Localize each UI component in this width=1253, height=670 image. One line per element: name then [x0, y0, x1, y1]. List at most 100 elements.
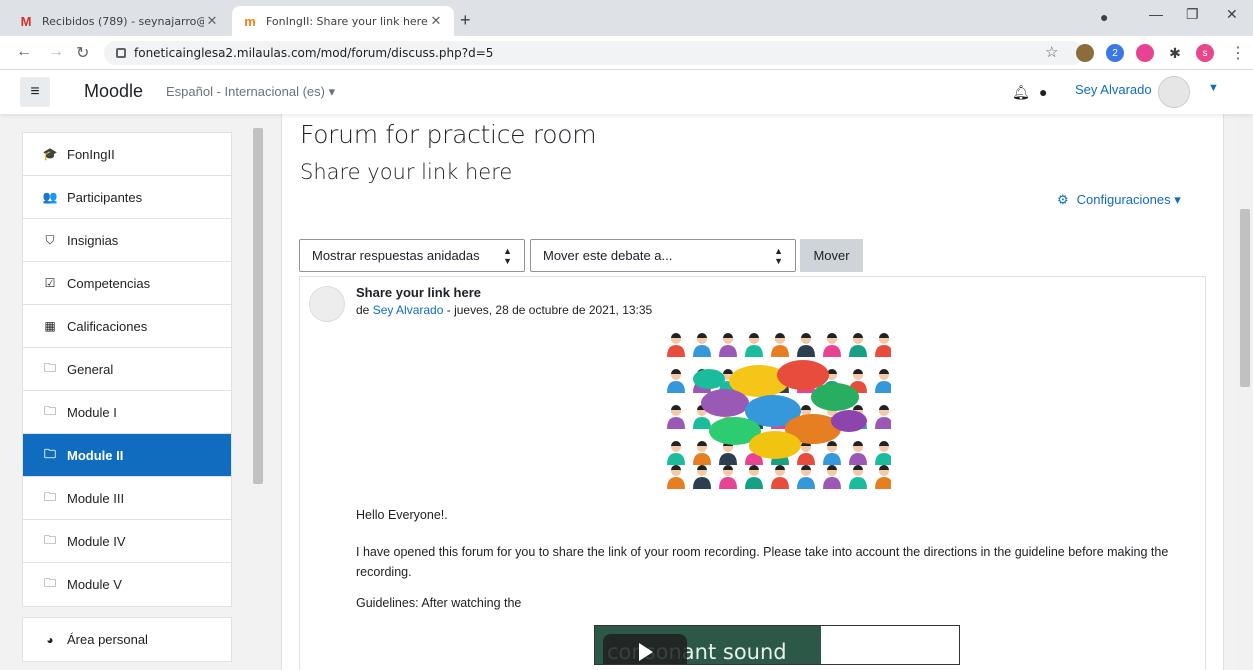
gear-icon: ⚙	[1057, 192, 1069, 207]
extension-color-icon[interactable]	[1136, 44, 1154, 62]
table-icon: ▦	[44, 319, 56, 333]
post-author-avatar[interactable]	[309, 286, 345, 322]
close-tab-icon[interactable]: ✕	[204, 13, 220, 29]
url-field[interactable]: foneticainglesa2.milaulas.com/mod/forum/…	[104, 41, 1084, 65]
sidebar-item-calificaciones[interactable]: ▦ Calificaciones	[23, 305, 231, 348]
folder-icon: 🗀	[43, 360, 56, 375]
sidebar-item-label: Insignias	[67, 232, 119, 248]
language-menu[interactable]: Español - Internacional (es) ▾	[166, 84, 335, 100]
move-discussion-select[interactable]: Mover este debate a... ▲ ▼	[530, 239, 796, 272]
forward-icon[interactable]: →	[48, 43, 64, 61]
speech-bubbles-people-image	[667, 333, 891, 489]
folder-icon: 🗀	[43, 446, 56, 461]
sidebar-item-general[interactable]: 🗀 General	[23, 348, 231, 391]
personal-nav-block: ◕ Área personal	[22, 617, 232, 662]
user-name[interactable]: Sey Alvarado	[1075, 82, 1152, 97]
move-discussion-value: Mover este debate a...	[543, 248, 673, 263]
close-tab-icon[interactable]: ✕	[428, 13, 444, 29]
sidebar-item-module-iv[interactable]: 🗀 Module IV	[23, 520, 231, 563]
course-nav-block: 🎓 FonIngII 👥 Participantes ⛉ Insignias ☑ Compet…	[22, 132, 232, 607]
post-author-link[interactable]: Sey Alvarado	[373, 303, 444, 317]
sidebar-item-foningii[interactable]: 🎓 FonIngII	[23, 133, 231, 176]
sidebar-item-label: General	[67, 361, 114, 377]
settings-label: Configuraciones ▾	[1076, 192, 1181, 207]
profile-avatar[interactable]: s	[1196, 44, 1214, 62]
moodle-navbar: ≡ Moodle Español - Internacional (es) ▾ …	[0, 70, 1253, 114]
forum-title: Forum for practice room	[300, 120, 597, 149]
settings-menu[interactable]: ⚙ Configuraciones ▾	[1057, 192, 1181, 208]
page-body: 🎓 FonIngII 👥 Participantes ⛉ Insignias ☑ Compet…	[0, 114, 1253, 670]
extension-owl-icon[interactable]	[1076, 44, 1094, 62]
graduation-cap-icon: 🎓	[42, 147, 58, 161]
bookmark-star-icon[interactable]: ☆	[1045, 43, 1058, 61]
forum-post: Share your link here de Sey Alvarado - j…	[299, 276, 1206, 670]
page-scrollbar[interactable]	[1237, 70, 1253, 670]
restore-button[interactable]: ❐	[1186, 6, 1199, 23]
avatar[interactable]	[1158, 76, 1190, 108]
browser-tab-bar: M Recibidos (789) - seynajarro@gm ✕ m Fo…	[0, 0, 1253, 36]
post-guidelines: Guidelines: After watching the	[356, 596, 522, 610]
folder-icon: 🗀	[43, 403, 56, 418]
sidebar-item-rea-personal[interactable]: ◕ Área personal	[23, 618, 231, 661]
back-icon[interactable]: ←	[16, 43, 32, 61]
folder-icon: 🗀	[43, 576, 56, 590]
reload-icon[interactable]: ↻	[76, 43, 89, 63]
embedded-video[interactable]: consonant sound	[594, 625, 960, 665]
lock-icon	[116, 48, 126, 58]
sidebar-item-module-iii[interactable]: 🗀 Module III	[23, 477, 231, 520]
browser-menu-icon[interactable]: ⋮	[1230, 43, 1246, 63]
sidebar-item-competencias[interactable]: ☑ Competencias	[23, 262, 231, 305]
sidebar-item-participantes[interactable]: 👥 Participantes	[23, 176, 231, 219]
url-text: foneticainglesa2.milaulas.com/mod/forum/…	[134, 46, 494, 60]
users-icon: 👥	[42, 190, 58, 204]
shield-icon: ⛉	[45, 232, 55, 247]
dashboard-icon: ◕	[46, 632, 54, 647]
play-icon[interactable]	[603, 634, 687, 664]
tab-title: FonIngII: Share your link here	[266, 14, 428, 28]
moodle-icon: m	[244, 13, 256, 29]
close-window-button[interactable]: ✕	[1226, 6, 1238, 23]
sidebar-item-module-i[interactable]: 🗀 Module I	[23, 391, 231, 434]
drawer-scrollbar[interactable]	[250, 114, 266, 670]
sidebar-item-label: Module III	[67, 490, 125, 506]
sidebar-item-label: Module I	[67, 404, 117, 420]
sidebar-item-module-ii[interactable]: 🗀 Module II	[23, 434, 231, 477]
sidebar-item-module-v[interactable]: 🗀 Module V	[23, 563, 231, 606]
post-date: - jueves, 28 de octubre de 2021, 13:35	[443, 303, 653, 317]
sidebar-item-label: Participantes	[67, 189, 143, 205]
site-brand[interactable]: Moodle	[84, 81, 143, 102]
drawer-toggle-button[interactable]: ≡	[20, 77, 50, 107]
sidebar-item-label: Competencias	[67, 275, 151, 291]
checkbox-icon: ☑	[44, 276, 56, 290]
main-region: Forum for practice room Share your link …	[281, 114, 1224, 670]
gmail-icon: M	[20, 13, 32, 29]
post-meta: de Sey Alvarado - jueves, 28 de octubre …	[356, 303, 652, 317]
display-mode-value: Mostrar respuestas anidadas	[312, 248, 480, 263]
new-tab-button[interactable]: +	[460, 10, 471, 31]
post-subject: Share your link here	[356, 285, 481, 300]
tab-gmail[interactable]: M Recibidos (789) - seynajarro@gm ✕	[8, 6, 230, 36]
chat-icon[interactable]: ●	[1039, 84, 1047, 100]
profile-menu-icon[interactable]: ●	[1100, 9, 1108, 25]
extension-badge-icon[interactable]: 2	[1106, 44, 1124, 62]
extensions-puzzle-icon[interactable]: ✱	[1166, 44, 1184, 62]
hamburger-icon: ≡	[30, 83, 40, 100]
select-arrows-icon: ▲ ▼	[503, 245, 512, 266]
post-by: de	[356, 303, 373, 317]
tab-title: Recibidos (789) - seynajarro@gm	[42, 14, 204, 28]
select-arrows-icon: ▲ ▼	[774, 245, 783, 266]
display-mode-select[interactable]: Mostrar respuestas anidadas ▲ ▼	[299, 239, 525, 272]
sidebar-item-label: Área personal	[67, 632, 148, 647]
tab-moodle[interactable]: m FonIngII: Share your link here ✕	[232, 6, 454, 36]
bell-icon[interactable]: 🔔︎	[1012, 84, 1030, 101]
sidebar-item-insignias[interactable]: ⛉ Insignias	[23, 219, 231, 262]
move-button[interactable]: Mover	[800, 239, 863, 272]
post-greeting: Hello Everyone!.	[356, 508, 448, 522]
nav-drawer: 🎓 FonIngII 👥 Participantes ⛉ Insignias ☑ Compet…	[22, 114, 232, 670]
page-scrollbar-thumb[interactable]	[1240, 209, 1250, 387]
chevron-down-icon[interactable]: ▼	[1208, 82, 1219, 94]
folder-icon: 🗀	[43, 532, 56, 547]
sidebar-item-label: Calificaciones	[67, 318, 148, 334]
drawer-scrollbar-thumb[interactable]	[253, 128, 263, 484]
minimize-button[interactable]: —	[1149, 6, 1163, 22]
